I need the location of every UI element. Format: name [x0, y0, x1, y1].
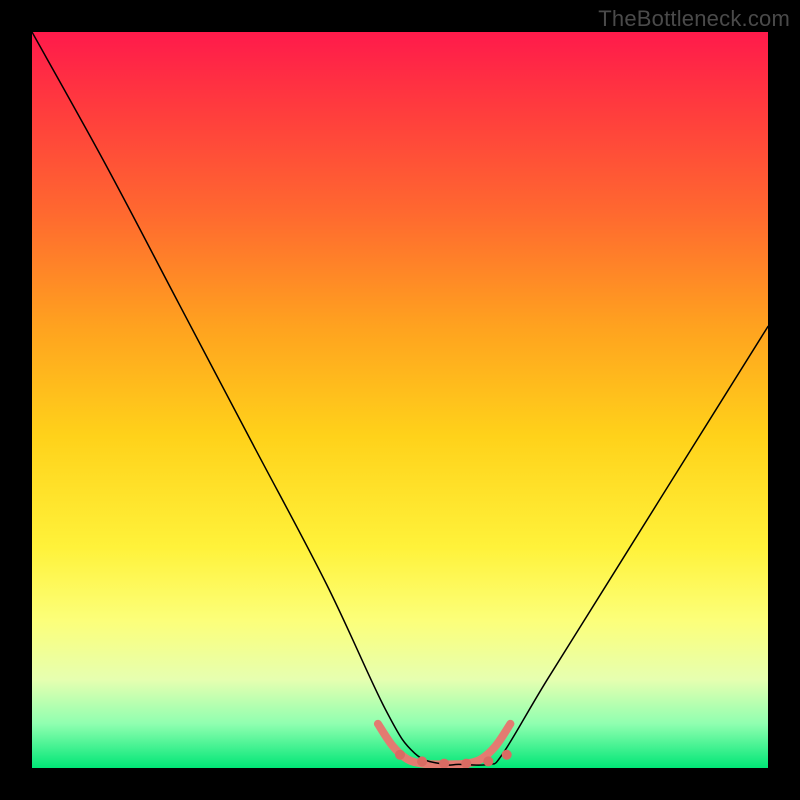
annotation-dot — [439, 759, 449, 768]
annotation-dot — [502, 750, 512, 760]
annotation-dot — [417, 756, 427, 766]
watermark-text: TheBottleneck.com — [598, 6, 790, 32]
chart-svg — [32, 32, 768, 768]
annotation-dot — [395, 750, 405, 760]
series-bottleneck-curve — [32, 32, 768, 765]
chart-frame: TheBottleneck.com — [0, 0, 800, 800]
annotation-dot — [483, 756, 493, 766]
plot-area — [32, 32, 768, 768]
